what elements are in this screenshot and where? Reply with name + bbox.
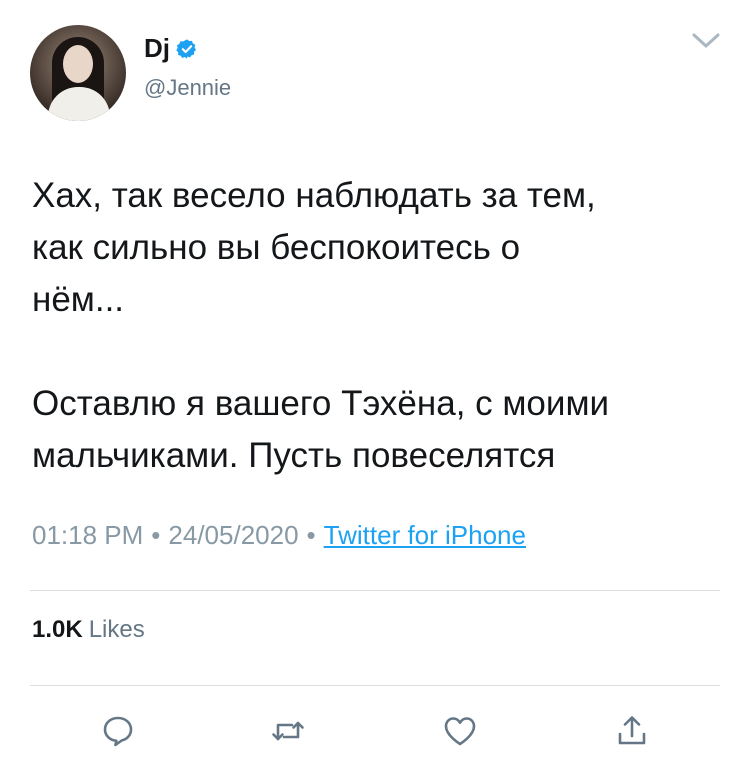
name-row[interactable]: Dj (144, 33, 198, 64)
divider (30, 590, 720, 591)
reply-icon[interactable] (100, 713, 136, 749)
tweet-date: 24/05/2020 (168, 520, 299, 550)
likes-label: Likes (88, 616, 145, 643)
likes-stat[interactable]: 1.0K Likes (32, 616, 145, 644)
heart-icon[interactable] (442, 713, 478, 749)
share-icon[interactable] (614, 713, 650, 749)
likes-count: 1.0K (32, 616, 83, 643)
tweet-header: Dj @Jennie (30, 25, 730, 125)
verified-badge-icon (176, 38, 196, 59)
display-name[interactable]: Dj (144, 33, 170, 64)
action-bar (0, 705, 750, 755)
avatar-face (63, 45, 93, 83)
tweet-meta: 01:18 PM • 24/05/2020 • Twitter for iPhone (32, 520, 526, 551)
tweet-text: Хах, так весело наблюдать за тем, как си… (32, 176, 610, 475)
meta-separator: • (151, 520, 161, 550)
tweet-time: 01:18 PM (32, 520, 144, 550)
tweet-source-link[interactable]: Twitter for iPhone (324, 520, 526, 550)
user-handle[interactable]: @Jennie (144, 75, 231, 101)
divider (30, 685, 720, 686)
chevron-down-icon[interactable] (692, 31, 720, 51)
retweet-icon[interactable] (270, 713, 306, 749)
meta-separator-2: • (306, 520, 316, 550)
avatar[interactable] (30, 25, 126, 121)
